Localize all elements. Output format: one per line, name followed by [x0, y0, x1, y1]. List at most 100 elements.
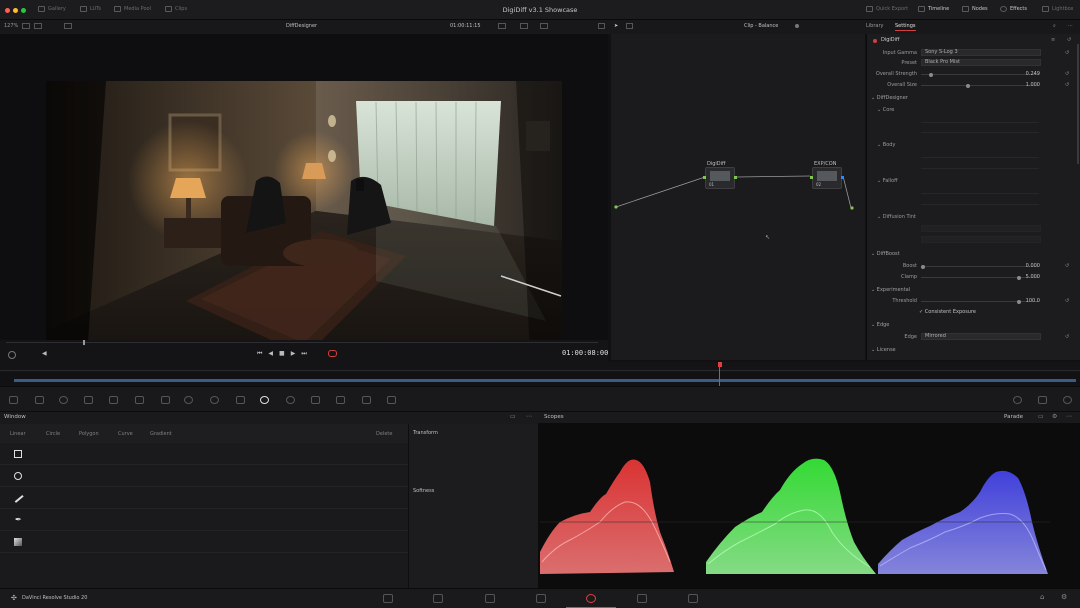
wipe-icon[interactable]	[498, 23, 506, 29]
scope-settings-icon[interactable]: ⚙	[1052, 413, 1057, 420]
active-window-tool-icon[interactable]	[260, 396, 269, 404]
histogram-icon[interactable]	[1038, 396, 1047, 404]
tracker-icon[interactable]	[236, 396, 245, 404]
play-button[interactable]: ▶	[291, 350, 302, 357]
grid-icon[interactable]	[64, 23, 72, 29]
overall-strength-value[interactable]: 0.249	[1010, 71, 1040, 77]
slider-knob[interactable]	[966, 83, 970, 88]
slider-knob[interactable]	[929, 72, 933, 77]
color-wheels-icon[interactable]	[9, 396, 18, 404]
window-row-linear[interactable]	[0, 487, 408, 509]
plugin-reset-icon[interactable]: ↺	[1067, 37, 1071, 43]
node-mode-dropdown[interactable]: Clip - Balance	[744, 23, 778, 29]
section-edge[interactable]: ⌄ Edge	[871, 322, 889, 328]
input-gamma-dropdown[interactable]: Sony S-Log 3	[921, 49, 1041, 56]
subsection-body[interactable]: ⌄ Body	[877, 142, 895, 148]
node-digidiff[interactable]: 01	[703, 167, 737, 189]
clip-bar[interactable]	[14, 379, 1076, 382]
gradient-window-tool[interactable]: Gradient	[150, 431, 172, 437]
preset-dropdown[interactable]: Black Pro Mist	[921, 59, 1041, 66]
node-output-port[interactable]	[734, 176, 737, 179]
stop-button[interactable]: ■	[279, 350, 291, 357]
split-icon[interactable]	[34, 23, 42, 29]
zoom-window-button[interactable]	[21, 8, 26, 13]
qualifier-icon[interactable]	[184, 396, 193, 404]
reset-icon[interactable]: ↺	[1065, 82, 1069, 88]
diffusion-tint-mode-dropdown[interactable]	[921, 236, 1041, 243]
curve-window-tool[interactable]: Curve	[118, 431, 133, 437]
key-icon[interactable]	[336, 396, 345, 404]
window-row-gradient[interactable]	[0, 531, 408, 553]
3d-icon[interactable]	[387, 396, 396, 404]
mini-timeline-track[interactable]	[0, 362, 1080, 386]
reverse-button[interactable]: ◀	[268, 350, 279, 357]
settings-gear-icon[interactable]: ⚙	[1061, 593, 1067, 601]
subsection-falloff[interactable]: ⌄ Falloff	[877, 178, 898, 184]
panel-layout-icon[interactable]: ▭	[510, 413, 516, 420]
pointer-icon[interactable]: ➤	[614, 23, 618, 29]
zoom-dropdown[interactable]: 127%	[4, 23, 18, 29]
more-options-icon[interactable]: ⋯	[1068, 23, 1073, 29]
plugin-enable-icon[interactable]	[873, 39, 877, 43]
curves-icon[interactable]	[135, 396, 144, 404]
tab-settings[interactable]: Settings	[895, 23, 916, 31]
reset-icon[interactable]: ↺	[1065, 263, 1069, 269]
reset-icon[interactable]: ↺	[1065, 298, 1069, 304]
quick-export-button[interactable]: Quick Export	[866, 6, 908, 12]
viewer-image[interactable]	[46, 81, 562, 371]
go-to-end-button[interactable]: ⏭	[301, 350, 312, 357]
core-slider-1[interactable]	[921, 122, 1039, 123]
go-to-start-button[interactable]: ⏮	[257, 350, 268, 357]
scope-layout-icon[interactable]: ▭	[1038, 413, 1044, 420]
window-row-square[interactable]	[0, 443, 408, 465]
falloff-slider-2[interactable]	[921, 204, 1039, 205]
circle-window-tool[interactable]: Circle	[46, 431, 60, 437]
body-slider-2[interactable]	[921, 168, 1039, 169]
section-diffboost[interactable]: ⌄ DiffBoost	[871, 251, 900, 257]
fusion-page-icon[interactable]	[536, 594, 546, 603]
reset-icon[interactable]: ↺	[1065, 334, 1069, 340]
pen-tool-icon[interactable]: ✒	[15, 515, 22, 524]
falloff-slider-1[interactable]	[921, 193, 1039, 194]
node-input-port[interactable]	[810, 176, 813, 179]
node-editor[interactable]: DigiDiff 01 EXP/CON 02 ↖	[611, 34, 865, 360]
boost-value[interactable]: 0.000	[1010, 263, 1040, 269]
slider-knob[interactable]	[921, 264, 925, 269]
pen-line-icon[interactable]	[14, 494, 24, 503]
timeline-button[interactable]: Timeline	[918, 6, 949, 12]
node-exp-con[interactable]: 02	[810, 167, 844, 189]
lightbox-button[interactable]: Lightbox	[1042, 6, 1074, 12]
node-input-port[interactable]	[703, 176, 706, 179]
media-page-icon[interactable]	[383, 594, 393, 603]
nodes-button[interactable]: Nodes	[962, 6, 988, 12]
rgb-mixer-icon[interactable]	[35, 396, 44, 404]
volume-icon[interactable]: ◀	[42, 350, 47, 357]
node-output-port[interactable]	[841, 176, 844, 179]
scrubber-track[interactable]	[6, 342, 598, 343]
polygon-window-tool[interactable]: Polygon	[79, 431, 99, 437]
edge-dropdown[interactable]: Mirrored	[921, 333, 1041, 340]
deliver-page-icon[interactable]	[688, 594, 698, 603]
highlight-icon[interactable]	[540, 23, 548, 29]
clamp-value[interactable]: 5.000	[1010, 274, 1040, 280]
reset-icon[interactable]: ↺	[1065, 71, 1069, 77]
panel-options-icon[interactable]: ⋯	[526, 413, 532, 420]
hdr-icon[interactable]	[84, 396, 93, 404]
close-window-button[interactable]	[5, 8, 10, 13]
clip-name-dropdown[interactable]: DiffDesigner	[286, 23, 317, 29]
viewer-settings-icon[interactable]	[8, 351, 16, 359]
layout-icon[interactable]	[22, 23, 30, 29]
window-row-circle[interactable]	[0, 465, 408, 487]
color-warper-icon[interactable]	[161, 396, 170, 404]
hand-icon[interactable]	[626, 23, 633, 29]
motion-effects-icon[interactable]	[109, 396, 118, 404]
minimize-window-button[interactable]	[13, 8, 18, 13]
scrubber-playhead[interactable]	[83, 340, 85, 345]
luts-button[interactable]: LUTs	[80, 6, 101, 12]
clips-button[interactable]: Clips	[165, 6, 187, 12]
primaries-icon[interactable]	[59, 396, 68, 404]
gallery-button[interactable]: Gallery	[38, 6, 66, 12]
square-window-icon[interactable]	[14, 450, 22, 458]
consistent-exposure-checkbox[interactable]: ✓ Consistent Exposure	[919, 309, 976, 315]
window-icon[interactable]	[210, 396, 219, 404]
